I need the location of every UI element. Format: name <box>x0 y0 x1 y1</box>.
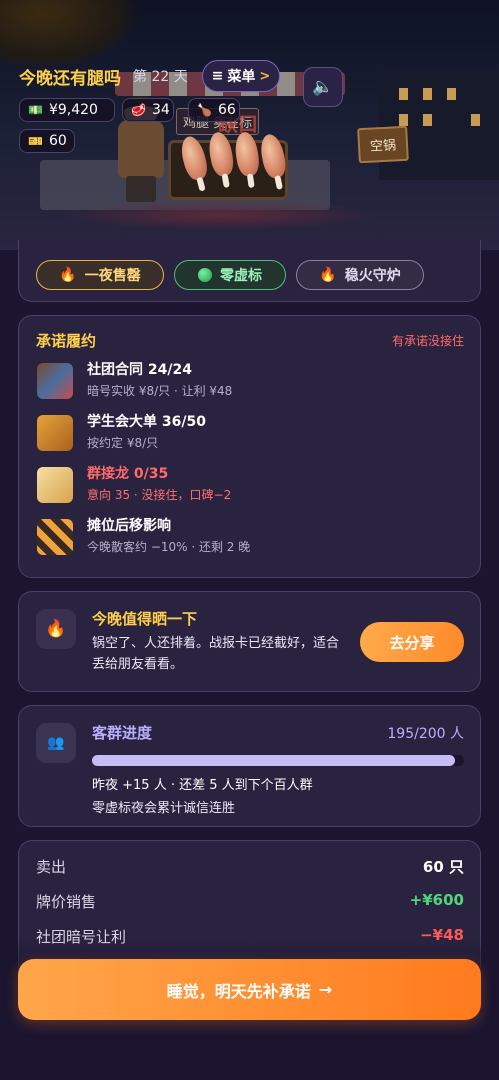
group-progress-fill <box>92 755 455 766</box>
drumstick-counter: 🍗 66 <box>188 98 240 122</box>
game-scene: 鸡腿 卖在标 缺口 空锅 <box>0 0 499 250</box>
tag-no-false-label: 零虚标 <box>174 260 286 290</box>
section-title: 承诺履约 <box>36 332 97 350</box>
promise-name: 学生会大单 36/50 <box>87 414 206 430</box>
sneaker-icon <box>37 363 73 399</box>
sales-row: 牌价销售 +¥600 <box>36 891 464 915</box>
sales-value: 60 只 <box>422 858 464 876</box>
ticket-icon: 🎫 <box>28 134 43 148</box>
background-building <box>379 70 499 180</box>
share-button[interactable]: 去分享 <box>360 622 464 662</box>
empty-pot-sign[interactable]: 空锅 <box>357 125 409 164</box>
fire-icon: 🔥 <box>59 267 77 283</box>
cooked-drumstick-icon: 🍗 <box>197 103 212 117</box>
speaker-icon: 🔈 <box>312 77 334 97</box>
sleep-button-label: 睡觉，明天先补承诺 <box>166 981 311 1001</box>
group-streak-note: 零虚标夜会累计诚信连胜 <box>92 801 236 816</box>
stock-counter: 🥩 34 <box>122 98 174 122</box>
promise-name: 群接龙 0/35 <box>87 466 169 482</box>
tag-sold-out: 🔥 一夜售罄 <box>36 260 164 290</box>
sales-value: +¥600 <box>409 891 464 909</box>
tree-foliage <box>0 0 140 70</box>
group-title: 客群进度 <box>92 724 153 742</box>
tag-label: 稳火守炉 <box>344 268 401 284</box>
promise-detail: 意向 35 · 没接住，口碑−2 <box>87 488 232 502</box>
green-dot-icon <box>198 268 212 282</box>
menu-label: 菜单 <box>227 69 256 85</box>
fire-icon: 🔥 <box>36 609 76 649</box>
tag-label: 一夜售罄 <box>84 268 141 284</box>
promise-detail: 暗号实收 ¥8/只 · 让利 ¥48 <box>87 384 233 398</box>
promise-item: 群接龙 0/35 意向 35 · 没接住，口碑−2 <box>37 463 467 509</box>
customer-group-card: 👥 客群进度 195/200 人 昨夜 +15 人 · 还差 5 人到下个百人群… <box>18 705 481 827</box>
ticket-counter: 🎫 60 <box>19 129 75 153</box>
group-progress-bar <box>92 755 464 766</box>
achievement-tags-card: 🔥 一夜售罄 零虚标 🔥 稳火守炉 <box>18 240 481 302</box>
hamburger-icon: ≡ <box>211 68 224 84</box>
tag-label: 零虚标 <box>220 268 262 284</box>
chevron-right-icon: > <box>259 68 271 84</box>
promise-name: 摊位后移影响 <box>87 518 171 534</box>
promise-fulfillment-card: 承诺履约 有承诺没接住 社团合同 24/24 暗号实收 ¥8/只 · 让利 ¥4… <box>18 315 481 578</box>
promise-item: 社团合同 24/24 暗号实收 ¥8/只 · 让利 ¥48 <box>37 359 467 405</box>
menu-button[interactable]: ≡ 菜单 > <box>202 60 280 92</box>
share-card: 🔥 今晚值得晒一下 锅空了、人还排着。战报卡已经截好，适合丢给朋友看看。 去分享 <box>18 591 481 692</box>
group-count: 195/200 人 <box>387 726 464 742</box>
money-value: ¥9,420 <box>48 102 98 118</box>
share-title: 今晚值得晒一下 <box>92 610 198 628</box>
game-title: 今晚还有腿吗 <box>19 69 121 89</box>
group-yesterday-stat: 昨夜 +15 人 · 还差 5 人到下个百人群 <box>92 778 313 793</box>
sleep-next-day-button[interactable]: 睡觉，明天先补承诺 → <box>18 959 481 1020</box>
chef-character-legs <box>126 176 156 202</box>
people-icon: 👥 <box>36 723 76 763</box>
building-window <box>399 88 408 100</box>
promise-detail: 今晚散客约 −10% · 还剩 2 晚 <box>87 540 251 554</box>
sales-row: 卖出 60 只 <box>36 856 464 880</box>
sales-label: 卖出 <box>36 858 67 876</box>
raw-drumstick-icon: 🥩 <box>131 103 146 117</box>
crate-icon <box>37 415 73 451</box>
stock-value: 34 <box>151 102 170 118</box>
promise-name: 社团合同 24/24 <box>87 362 192 378</box>
promise-item: 学生会大单 36/50 按约定 ¥8/只 <box>37 411 467 457</box>
sound-toggle-button[interactable]: 🔈 <box>303 67 343 107</box>
drumstick-value: 66 <box>217 102 236 118</box>
money-counter: 💵 ¥9,420 <box>19 98 115 122</box>
promise-warning: 有承诺没接住 <box>391 334 464 348</box>
day-counter: 第 22 天 <box>133 69 188 85</box>
arrow-right-icon: → <box>318 980 333 999</box>
ticket-value: 60 <box>48 133 67 149</box>
building-window <box>471 114 480 126</box>
building-window <box>423 114 432 126</box>
building-window <box>447 88 456 100</box>
cash-icon: 💵 <box>28 103 43 117</box>
fire-icon: 🔥 <box>319 267 337 283</box>
share-description: 锅空了、人还排着。战报卡已经截好，适合丢给朋友看看。 <box>92 636 340 672</box>
promise-item: 摊位后移影响 今晚散客约 −10% · 还剩 2 晚 <box>37 515 467 561</box>
chef-character[interactable] <box>118 120 164 178</box>
notepad-icon <box>37 467 73 503</box>
barrier-icon <box>37 519 73 555</box>
sales-label: 牌价销售 <box>36 893 97 911</box>
promise-detail: 按约定 ¥8/只 <box>87 436 159 450</box>
building-window <box>423 88 432 100</box>
ground-glow <box>60 200 380 230</box>
tag-steady-fire: 🔥 稳火守炉 <box>296 260 424 290</box>
building-window <box>399 114 408 126</box>
